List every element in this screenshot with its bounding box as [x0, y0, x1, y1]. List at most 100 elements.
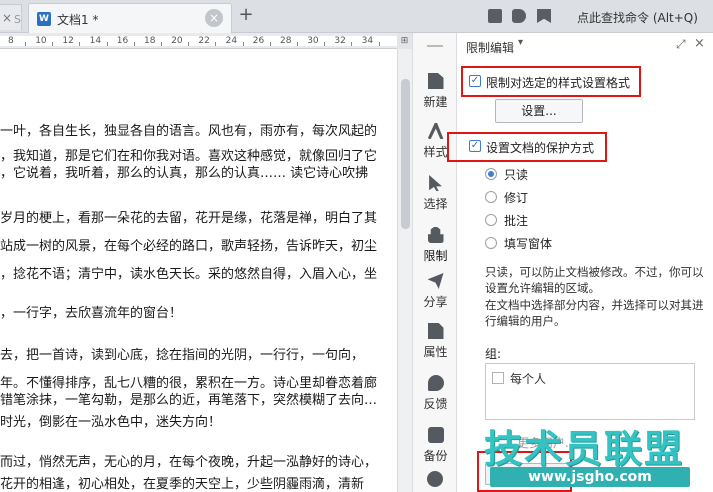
radio-revisions-label[interactable]: 修订	[504, 189, 528, 206]
radio-fill-forms-label[interactable]: 填写窗体	[504, 235, 552, 252]
lock-icon	[427, 227, 444, 243]
skin-icon[interactable]	[488, 9, 502, 23]
document-text-line[interactable]: ，它说着，我听着，那么的认真，那么的认真…… 读它诗心吹拂	[0, 162, 368, 181]
ruler-minor-tick	[106, 42, 108, 46]
more-tools-icon[interactable]	[427, 471, 443, 487]
style-icon	[427, 123, 444, 139]
pin-icon[interactable]: ⤢	[676, 37, 686, 52]
side-toolbar: 新建 样式 选择 限制 分享 属性 反馈 备份	[412, 33, 457, 492]
select-cursor-icon	[429, 175, 442, 191]
toolbar-item-7[interactable]: 备份	[413, 425, 458, 475]
toolbar-handle[interactable]	[427, 45, 443, 47]
wps-window: × S W 文档1 * × + 点此查找命令 (Alt+Q) 8 10 12 14 16…	[0, 0, 713, 492]
everyone-checkbox[interactable]	[492, 372, 504, 384]
document-text-line[interactable]: ，一行字，去欣喜流年的窗台！	[0, 302, 182, 321]
ruler-minor-tick	[133, 42, 135, 46]
ruler-minor-tick	[297, 42, 298, 46]
toolbar-item-4[interactable]: 分享	[413, 271, 458, 321]
ruler-tick: 22	[198, 36, 210, 46]
toolbar-item-label: 备份	[423, 449, 448, 463]
ruler-tick: 10	[35, 36, 47, 46]
toolbar-item-6[interactable]: 反馈	[413, 373, 458, 423]
bookmark-icon[interactable]	[537, 9, 551, 23]
toolbar-item-3[interactable]: 限制	[413, 225, 458, 275]
ruler-tick: 18	[144, 36, 156, 46]
ruler-tick: 20	[171, 36, 183, 46]
selection-description: 在文档中选择部分内容，并选择可以对其进行编辑的用户。	[485, 298, 704, 328]
ruler-tick: 24	[225, 36, 238, 46]
tab-previous-close-icon[interactable]: ×	[2, 5, 12, 31]
toolbar-item-2[interactable]: 选择	[413, 173, 458, 223]
document-page[interactable]: 一叶，各自生长，独显各自的语言。风也有，雨亦有，每次风起的 ，我知道，那是它们在和…	[0, 49, 397, 492]
lightbulb-icon[interactable]	[562, 8, 574, 24]
groups-list[interactable]: 每个人	[485, 363, 695, 420]
new-tab-icon[interactable]: +	[236, 5, 256, 25]
radio-readonly-label[interactable]: 只读	[504, 166, 528, 183]
writer-doc-icon: W	[37, 12, 51, 26]
document-text-line[interactable]: ，捻花不语；清宁中，读水色天长。采的悠然自得，入眉入心，坐	[0, 263, 377, 282]
close-tab-icon[interactable]: ×	[205, 9, 223, 27]
protect-mode-checkbox[interactable]: ✓	[469, 140, 481, 152]
radio-revisions[interactable]	[485, 191, 497, 203]
ruler-minor-tick	[188, 42, 190, 46]
toolbar-item-label: 属性	[423, 345, 448, 359]
toolbar-item-5[interactable]: 属性	[413, 321, 458, 371]
ruler-tick: 14	[89, 36, 102, 46]
ruler-tick: 28	[280, 36, 292, 46]
radio-comments-label[interactable]: 批注	[504, 212, 528, 229]
restrict-format-label[interactable]: 限制对选定的样式设置格式	[486, 74, 630, 91]
toolbar-item-label: 分享	[423, 295, 448, 309]
command-search[interactable]: 点此查找命令 (Alt+Q)	[577, 9, 698, 26]
ruler-minor-tick	[52, 42, 54, 46]
share-icon	[427, 273, 444, 289]
ruler-minor-tick	[324, 42, 326, 46]
document-text-line[interactable]: 站成一树的风景，在每个必经的路口，歌声轻扬，告诉昨天，初尘	[0, 235, 377, 254]
horizontal-ruler[interactable]: 8 10 12 14 16 18 20 22 24 26 28 30 32 34	[0, 33, 397, 49]
ruler-minor-tick	[242, 42, 244, 46]
scrollbar-thumb[interactable]	[401, 79, 410, 229]
toolbar-item-label: 反馈	[423, 397, 448, 411]
close-icon[interactable]: ×	[694, 36, 705, 51]
chevron-down-icon[interactable]: ▾	[518, 37, 523, 48]
ruler-minor-tick	[79, 42, 81, 46]
ruler-minor-tick	[378, 42, 380, 46]
everyone-label[interactable]: 每个人	[510, 370, 546, 387]
document-text-line[interactable]: 错笔涂抹，一笔勾勒，是那么的近，再笔落下，突然模糊了去向…	[0, 389, 377, 408]
properties-icon	[427, 323, 444, 339]
ruler-tick: 30	[307, 36, 319, 46]
radio-fill-forms[interactable]	[485, 237, 497, 249]
new-doc-icon	[427, 73, 444, 89]
ruler-tick: 12	[62, 36, 74, 46]
protect-mode-label[interactable]: 设置文档的保护方式	[486, 139, 594, 156]
document-text-line[interactable]: 时光，倒影在一泓水色中，迷失方向！	[0, 411, 221, 430]
ruler-minor-tick	[215, 42, 217, 46]
groups-label: 组:	[485, 347, 502, 361]
ruler-toggle-icon[interactable]: ⊞	[397, 33, 412, 49]
vertical-scrollbar[interactable]	[397, 49, 412, 492]
toolbar-item-0[interactable]: 新建	[413, 71, 458, 121]
tab-previous[interactable]: × S	[0, 4, 22, 30]
document-text-line[interactable]: 花开的相逢，初心相处，在夏季的天空上，少些阴霾雨滴，清新	[0, 473, 364, 492]
settings-button[interactable]: 设置...	[495, 99, 583, 123]
document-text-line[interactable]: 而过，悄然无声，无心的月，在每个夜晚，升起一泓静好的诗心，	[0, 451, 377, 470]
radio-comments[interactable]	[485, 214, 497, 226]
watermark-text: 技术员联盟	[484, 427, 685, 471]
pane-title[interactable]: 限制编辑	[466, 39, 514, 56]
tab-document[interactable]: W 文档1 * ×	[28, 3, 232, 33]
cloud-sync-icon[interactable]	[512, 9, 526, 23]
toolbar-item-label: 选择	[423, 197, 448, 211]
ruler-track: 8 10 12 14 16 18 20 22 24 26 28 30 32 34	[0, 36, 397, 46]
watermark-url: www.jsgho.com	[490, 467, 690, 487]
ruler-tick: 32	[334, 36, 346, 46]
ruler-tick: 8	[8, 36, 14, 46]
radio-readonly[interactable]	[485, 168, 497, 180]
document-text-line[interactable]: 一叶，各自生长，独显各自的语言。风也有，雨亦有，每次风起的	[0, 120, 377, 139]
restrict-format-checkbox[interactable]: ✓	[469, 75, 481, 87]
ruler-minor-tick	[269, 42, 271, 46]
document-text-line[interactable]: 去，把一首诗，读到心底，捻在指间的光阴，一行行，一句向，	[0, 344, 364, 363]
ruler-minor-tick	[351, 42, 353, 46]
ruler-tick: 34	[361, 36, 374, 46]
document-text-line[interactable]: 岁月的梗上，看那一朵花的去留，花开是缘，花落是禅，明白了其	[0, 207, 377, 226]
ruler-tick: 26	[252, 36, 265, 46]
feedback-icon	[427, 375, 444, 391]
